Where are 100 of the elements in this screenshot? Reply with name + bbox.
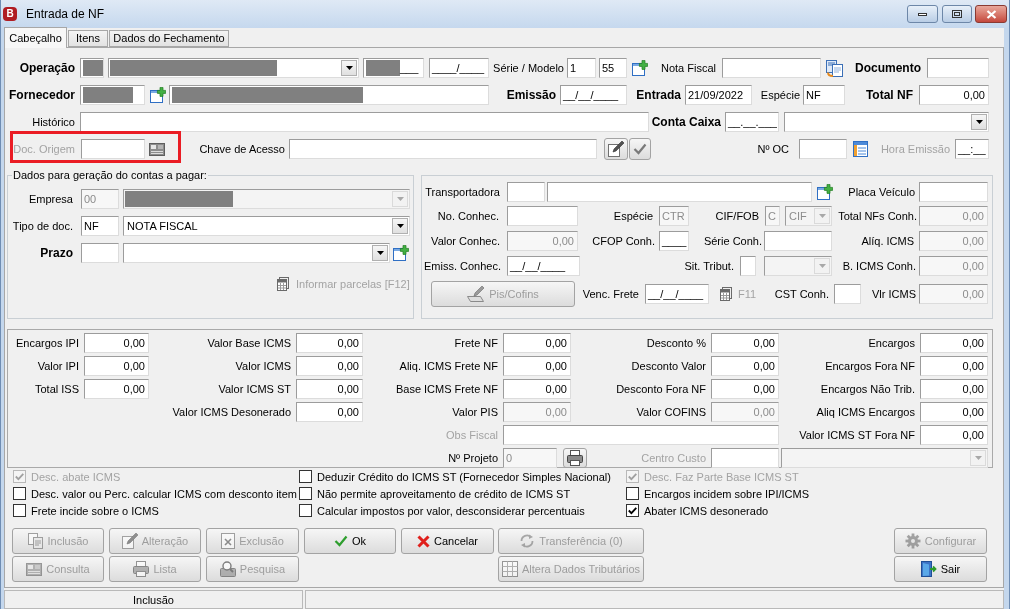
field-label: Transportadora [425, 185, 500, 199]
exit-button[interactable]: Sair [894, 556, 987, 582]
checkbox[interactable] [299, 504, 312, 517]
input-field[interactable]: 0,00 [920, 425, 988, 445]
input-field[interactable] [81, 243, 119, 263]
input-field[interactable]: 21/09/2022 [685, 85, 752, 105]
window-title: Entrada de NF [26, 7, 105, 21]
input-field[interactable]: 0,00 [503, 333, 571, 353]
input-field[interactable]: ____/____ [429, 58, 489, 78]
input-field[interactable]: 0,00 [920, 356, 988, 376]
dropdown-button[interactable] [392, 218, 408, 234]
input-field[interactable]: 0,00 [919, 85, 989, 105]
input-field[interactable]: 0,00 [296, 402, 363, 422]
window-plus-icon[interactable] [632, 60, 648, 76]
input-field[interactable]: 0,00 [503, 356, 571, 376]
field-label: Aliq. ICMS Frete NF [399, 359, 498, 373]
checkbox[interactable] [13, 504, 26, 517]
dropdown-field[interactable]: NOTA FISCAL [123, 216, 410, 236]
input-field[interactable]: 0,00 [84, 356, 149, 376]
input-field[interactable] [722, 58, 821, 78]
input-field[interactable]: ____ [659, 231, 689, 251]
input-field[interactable]: 0,00 [503, 379, 571, 399]
input-field[interactable] [507, 206, 578, 226]
input-field[interactable] [799, 139, 847, 159]
input-field[interactable]: 0,00 [711, 333, 779, 353]
input-field[interactable]: __/__/____ [560, 85, 627, 105]
input-field[interactable]: 1 [567, 58, 596, 78]
maximize-icon [952, 10, 962, 18]
input-field[interactable] [80, 85, 145, 105]
input-field[interactable]: NF [803, 85, 845, 105]
input-field[interactable]: __.__.___ [725, 112, 779, 132]
close-button[interactable] [975, 5, 1007, 23]
dropdown-field[interactable] [108, 58, 359, 78]
window-plus-icon[interactable] [393, 245, 409, 261]
checkbox[interactable] [299, 487, 312, 500]
dropdown-field[interactable] [784, 112, 989, 132]
input-field[interactable]: 0,00 [296, 333, 363, 353]
checkbox[interactable] [626, 504, 639, 517]
field-label: Alíq. ICMS [861, 234, 914, 248]
checkbox-label: Desc. Faz Parte Base ICMS ST [644, 469, 799, 484]
printer-icon [567, 450, 583, 466]
input-field[interactable]: 0,00 [711, 379, 779, 399]
documents-icon[interactable] [826, 59, 843, 77]
lookup-button[interactable] [563, 448, 587, 468]
minimize-button[interactable] [907, 5, 938, 23]
input-field[interactable]: 0,00 [296, 356, 363, 376]
search-icon [219, 561, 236, 577]
input-field[interactable]: __/__/____ [645, 284, 709, 304]
input-field[interactable]: 0,00 [711, 356, 779, 376]
input-field[interactable]: 0,00 [920, 333, 988, 353]
form-icon[interactable] [853, 141, 868, 157]
dropdown-button[interactable] [341, 60, 357, 76]
input-field[interactable] [289, 139, 597, 159]
tab[interactable]: Itens [68, 30, 108, 47]
maximize-button[interactable] [942, 5, 972, 23]
checkbox[interactable] [626, 487, 639, 500]
dropdown-button[interactable] [372, 245, 388, 261]
input-field[interactable] [740, 256, 756, 276]
input-field[interactable]: 0,00 [920, 379, 988, 399]
window-plus-icon[interactable] [817, 184, 833, 200]
input-field[interactable]: 55 [599, 58, 627, 78]
tab[interactable]: Dados do Fechamento [109, 30, 229, 47]
input-field[interactable] [507, 182, 545, 202]
input-field[interactable] [81, 139, 145, 159]
checkbox[interactable] [299, 470, 312, 483]
ok-button[interactable]: Ok [304, 528, 396, 554]
input-field[interactable] [80, 112, 649, 132]
field-label: B. ICMS Conh. [842, 259, 916, 273]
field-label: Prazo [40, 246, 73, 260]
input-field[interactable]: 0,00 [84, 379, 149, 399]
input-field[interactable] [711, 448, 779, 468]
input-field[interactable]: NF [81, 216, 119, 236]
close-icon [985, 9, 997, 19]
dropdown-field[interactable] [123, 243, 390, 263]
calendar-icon [720, 287, 732, 301]
input-field[interactable]: ___ [363, 58, 424, 78]
door-icon [920, 561, 937, 577]
edit-button[interactable] [604, 138, 628, 160]
tab[interactable]: Cabeçalho [4, 27, 67, 48]
input-field[interactable] [927, 58, 989, 78]
field-label: Valor ICMS ST [218, 382, 291, 396]
input-field[interactable]: 0,00 [84, 333, 149, 353]
card-icon[interactable] [149, 142, 165, 156]
input-field[interactable]: 0,00 [296, 379, 363, 399]
input-field[interactable]: __/__/____ [507, 256, 580, 276]
input-field[interactable] [764, 231, 832, 251]
field-label: Nota Fiscal [660, 61, 716, 75]
input-field[interactable] [169, 85, 489, 105]
cancel-button[interactable]: Cancelar [401, 528, 494, 554]
dropdown-button[interactable] [971, 114, 987, 130]
input-field[interactable] [834, 284, 861, 304]
input-field[interactable]: 0,00 [920, 402, 988, 422]
dropdown-field[interactable] [123, 189, 410, 209]
window-plus-icon[interactable] [150, 87, 166, 103]
input-field[interactable] [503, 425, 779, 445]
confirm-button[interactable] [629, 138, 651, 160]
field-label: Entrada [636, 88, 681, 102]
checkbox[interactable] [13, 487, 26, 500]
input-field[interactable] [547, 182, 812, 202]
input-field[interactable] [919, 182, 988, 202]
